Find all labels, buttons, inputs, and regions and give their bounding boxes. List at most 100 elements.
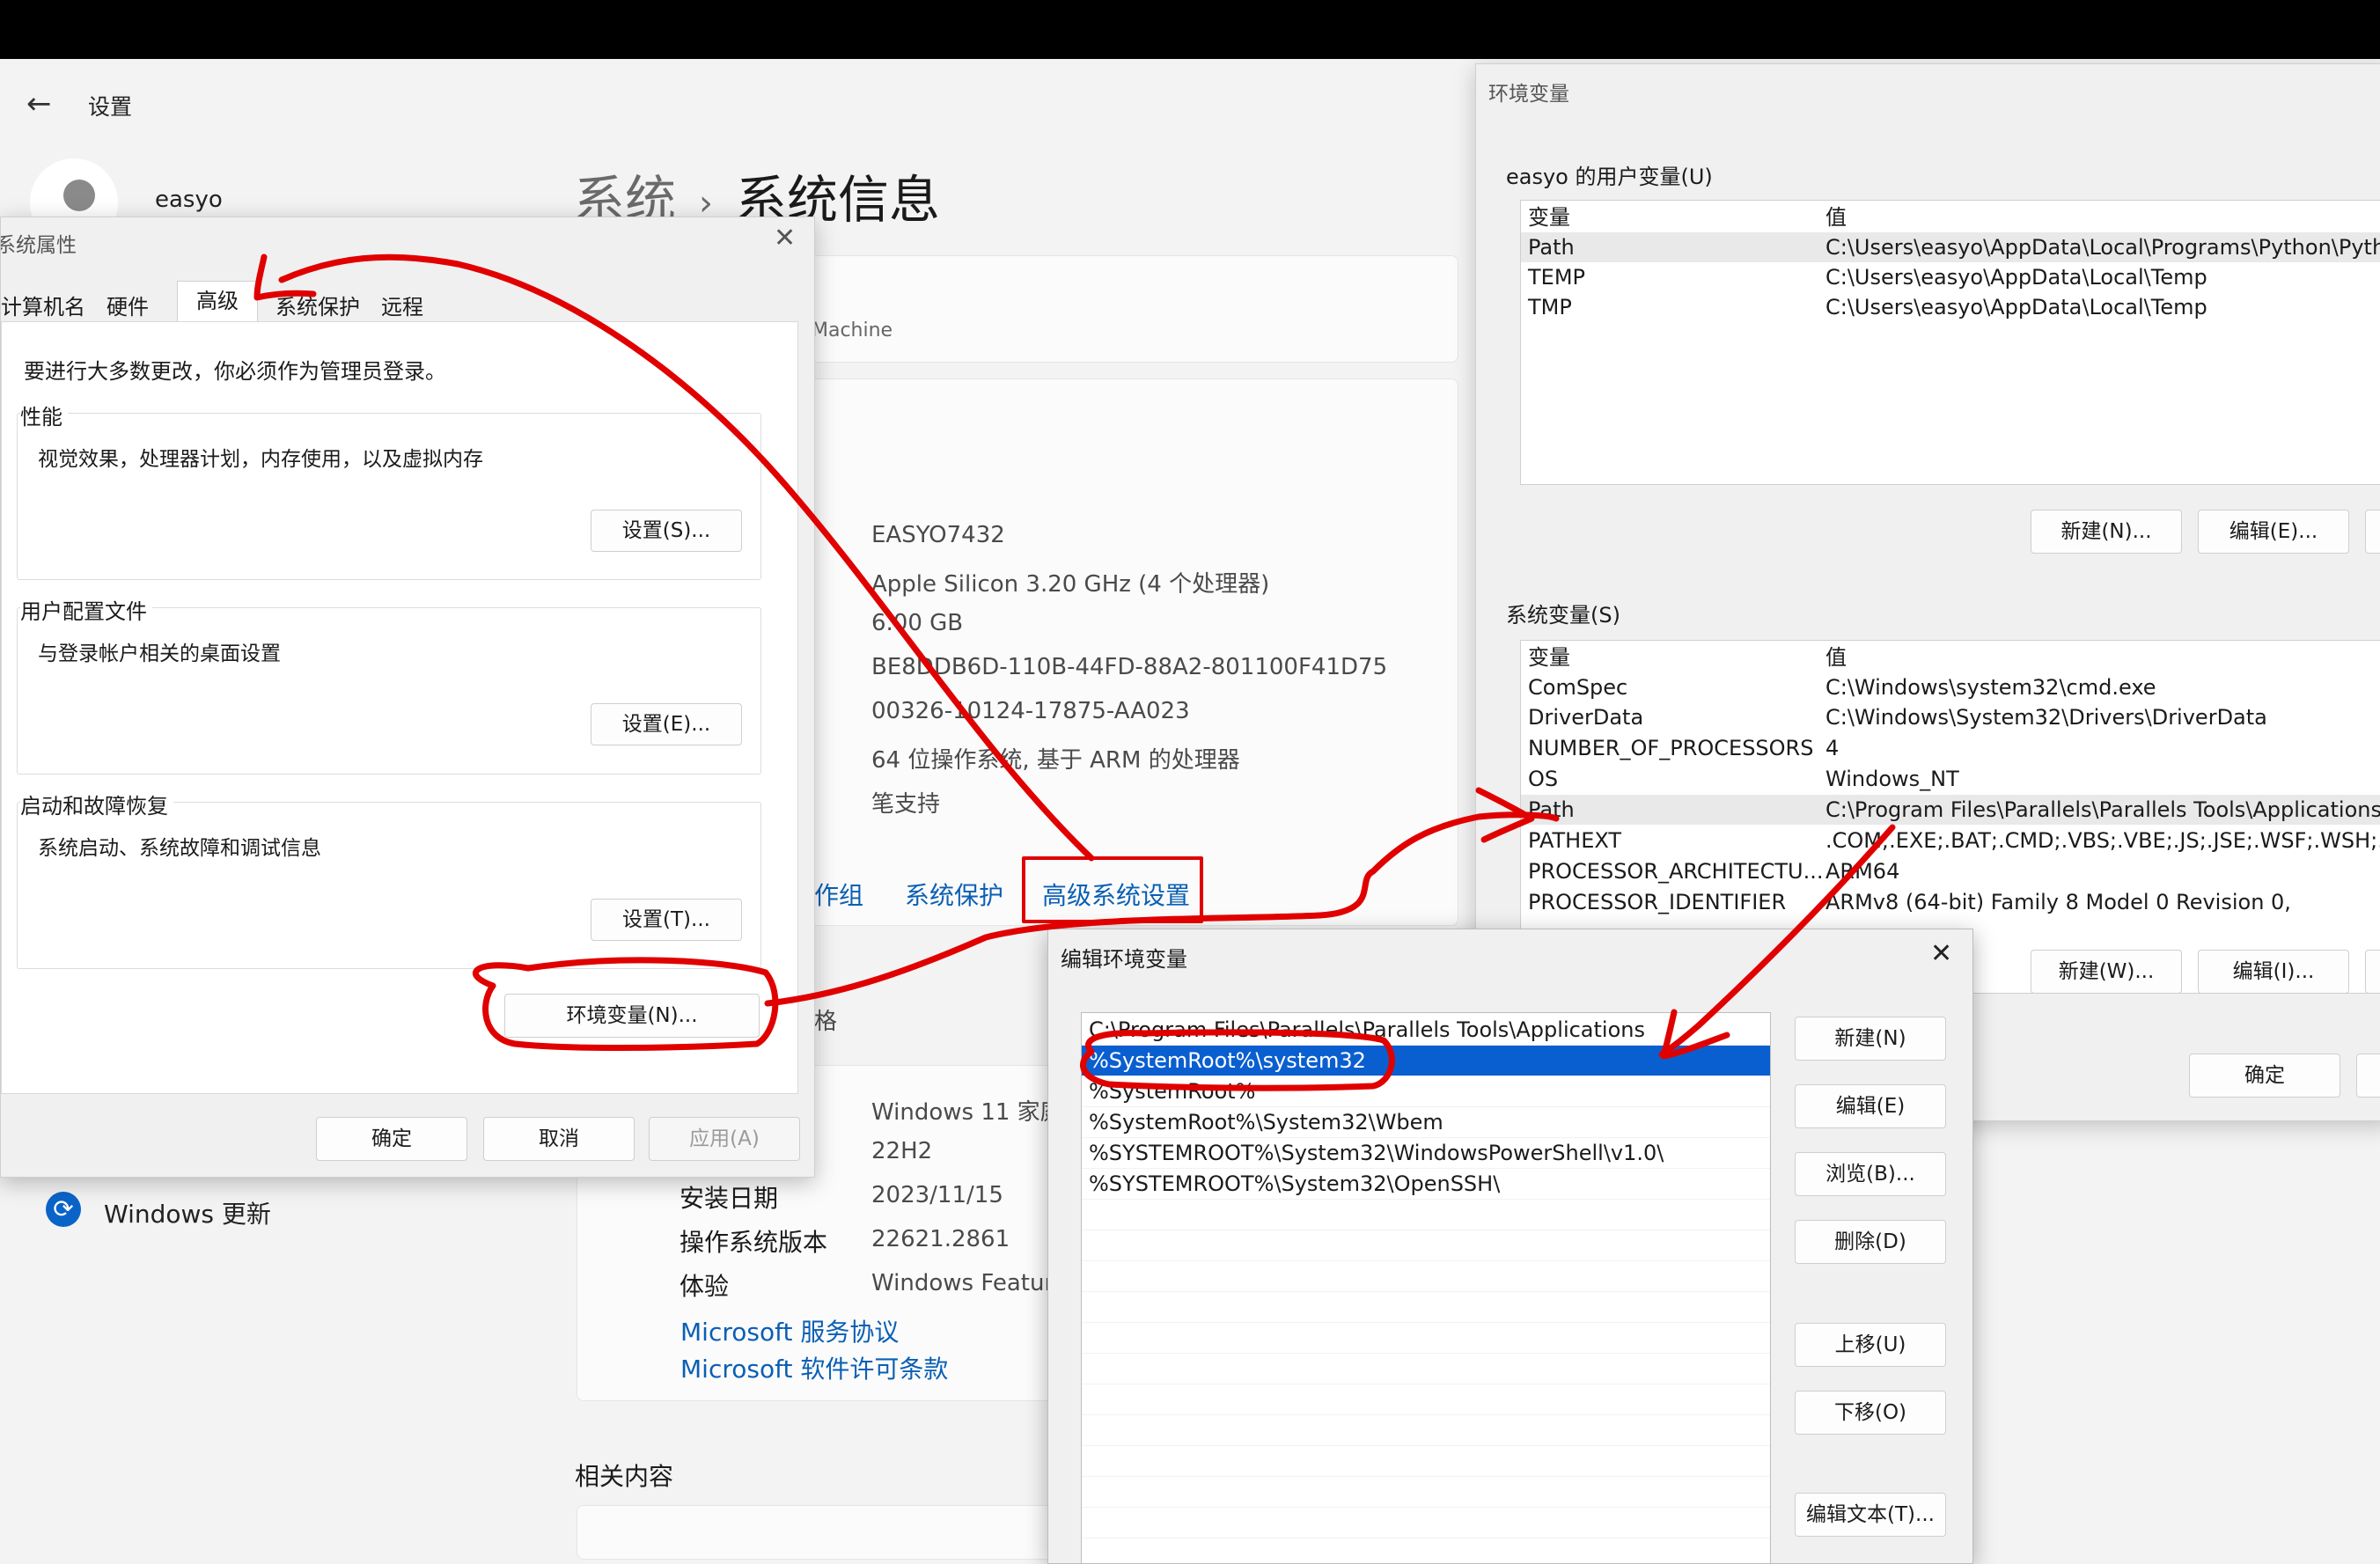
- ms-services-agreement-link[interactable]: Microsoft 服务协议: [680, 1313, 899, 1348]
- var-value: 4: [1825, 733, 1839, 763]
- system-new-button[interactable]: 新建(W)...: [2031, 950, 2182, 994]
- move-up-button[interactable]: 上移(U): [1795, 1323, 1946, 1367]
- col-value-header[interactable]: 值: [1825, 202, 1847, 232]
- list-item-empty[interactable]: [1082, 1415, 1770, 1446]
- ms-license-terms-link[interactable]: Microsoft 软件许可条款: [680, 1350, 948, 1385]
- sysprop-title: 系统属性: [0, 228, 77, 258]
- install-date-value: 2023/11/15: [871, 1182, 1003, 1208]
- cancel-button[interactable]: 取消: [483, 1117, 635, 1161]
- var-name: TMP: [1528, 292, 1572, 322]
- spec-pen-touch: 笔支持: [871, 786, 940, 819]
- edit-text-button[interactable]: 编辑文本(T)...: [1795, 1493, 1946, 1537]
- user-vars-label: easyo 的用户变量(U): [1506, 159, 1713, 190]
- list-item-empty[interactable]: [1082, 1508, 1770, 1538]
- edit-new-button[interactable]: 新建(N): [1795, 1017, 1946, 1061]
- edit-edit-button[interactable]: 编辑(E): [1795, 1084, 1946, 1128]
- var-name: PATHEXT: [1528, 826, 1621, 855]
- tab-hardware[interactable]: 硬件: [107, 290, 149, 320]
- list-item-empty[interactable]: [1082, 1261, 1770, 1292]
- col-variable-header[interactable]: 变量: [1528, 642, 1570, 672]
- tab-remote[interactable]: 远程: [381, 290, 423, 320]
- apply-button[interactable]: 应用(A): [649, 1117, 800, 1161]
- tab-advanced[interactable]: 高级: [177, 281, 258, 322]
- list-item[interactable]: %SystemRoot%\System32\Wbem: [1082, 1107, 1770, 1138]
- link-workgroup[interactable]: 作组: [814, 877, 863, 912]
- var-value: Windows_NT: [1825, 764, 1959, 794]
- list-item[interactable]: DriverData C:\Windows\System32\Drivers\Dr…: [1521, 702, 2380, 732]
- startup-recovery-settings-button[interactable]: 设置(T)...: [591, 899, 742, 941]
- list-item[interactable]: PathC:\Program Files\Parallels\Parallels…: [1521, 795, 2380, 825]
- user-vars-list[interactable]: 变量 值 Path C:\Users\easyo\AppData\Local\Pro…: [1520, 200, 2380, 485]
- var-name: Path: [1528, 232, 1575, 262]
- col-variable-header[interactable]: 变量: [1528, 202, 1570, 232]
- list-item[interactable]: ComSpecC:\Windows\system32\cmd.exe: [1521, 672, 2380, 702]
- avatar-person-icon: [63, 180, 95, 211]
- user-new-button[interactable]: 新建(N)...: [2031, 510, 2182, 554]
- list-item-empty[interactable]: [1082, 1477, 1770, 1508]
- path-entries-list[interactable]: C:\Program Files\Parallels\Parallels Too…: [1081, 1012, 1771, 1564]
- link-advanced-system-settings[interactable]: 高级系统设置: [1042, 877, 1190, 912]
- tab-computer-name[interactable]: 计算机名: [1, 290, 85, 320]
- spec-device-id: BE8DDB6D-110B-44FD-88A2-801100F41D75: [871, 654, 1387, 680]
- close-icon[interactable]: ✕: [774, 223, 796, 253]
- list-item-empty[interactable]: [1082, 1354, 1770, 1384]
- win-edition: Windows 11 家庭: [871, 1094, 1063, 1127]
- list-item-empty[interactable]: [1082, 1200, 1770, 1230]
- list-item[interactable]: NUMBER_OF_PROCESSORS4: [1521, 733, 2380, 763]
- col-value-header[interactable]: 值: [1825, 642, 1847, 672]
- list-item-selected[interactable]: %SystemRoot%\system32: [1082, 1046, 1770, 1076]
- list-item[interactable]: PROCESSOR_ARCHITECTU...ARM64: [1521, 856, 2380, 886]
- list-item-empty[interactable]: [1082, 1230, 1770, 1261]
- list-item-empty[interactable]: [1082, 1292, 1770, 1323]
- var-name: DriverData: [1528, 702, 1643, 732]
- list-item[interactable]: %SYSTEMROOT%\System32\WindowsPowerShell\…: [1082, 1138, 1770, 1169]
- envvars-cancel-button[interactable]: [2356, 1054, 2380, 1098]
- list-item-empty[interactable]: [1082, 1384, 1770, 1415]
- editenv-title: 编辑环境变量: [1061, 942, 1187, 973]
- list-header: 变量 值: [1521, 202, 2380, 232]
- list-item[interactable]: C:\Program Files\Parallels\Parallels Too…: [1082, 1015, 1770, 1046]
- user-profiles-title: 用户配置文件: [20, 594, 152, 625]
- edit-browse-button[interactable]: 浏览(B)...: [1795, 1152, 1946, 1196]
- user-delete-button[interactable]: [2365, 510, 2380, 554]
- close-icon[interactable]: ✕: [1930, 938, 1952, 969]
- list-item[interactable]: TMP C:\Users\easyo\AppData\Local\Temp: [1521, 292, 2380, 322]
- nav-windows-update[interactable]: Windows 更新: [104, 1195, 271, 1230]
- var-name: PROCESSOR_IDENTIFIER: [1528, 887, 1786, 917]
- list-item[interactable]: Path C:\Users\easyo\AppData\Local\Program…: [1521, 232, 2380, 262]
- var-value: C:\Users\easyo\AppData\Local\Temp: [1825, 292, 2207, 322]
- system-edit-button[interactable]: 编辑(I)...: [2198, 950, 2349, 994]
- system-delete-button[interactable]: [2365, 950, 2380, 994]
- edit-delete-button[interactable]: 删除(D): [1795, 1220, 1946, 1264]
- move-down-button[interactable]: 下移(O): [1795, 1391, 1946, 1435]
- var-value: ARM64: [1825, 856, 1899, 886]
- user-edit-button[interactable]: 编辑(E)...: [2198, 510, 2349, 554]
- envvars-ok-button[interactable]: 确定: [2189, 1054, 2340, 1098]
- link-system-protection[interactable]: 系统保护: [905, 877, 1003, 912]
- var-value: C:\Windows\System32\Drivers\DriverData: [1825, 702, 2267, 732]
- list-item[interactable]: PROCESSOR_IDENTIFIERARMv8 (64-bit) Famil…: [1521, 887, 2380, 917]
- list-item[interactable]: OSWindows_NT: [1521, 764, 2380, 794]
- user-profiles-settings-button[interactable]: 设置(E)...: [591, 703, 742, 745]
- windows-update-icon: ⟳: [46, 1192, 81, 1227]
- list-item[interactable]: PATHEXT .COM;.EXE;.BAT;.CMD;.VBS;.VBE;.JS…: [1521, 826, 2380, 855]
- list-header: 变量 值: [1521, 642, 2380, 672]
- var-value: C:\Users\easyo\AppData\Local\Programs\Py…: [1825, 232, 2380, 262]
- user-profiles-desc: 与登录帐户相关的桌面设置: [38, 636, 281, 666]
- back-arrow-icon[interactable]: ←: [26, 88, 62, 120]
- tab-system-protection[interactable]: 系统保护: [275, 290, 360, 320]
- startup-recovery-desc: 系统启动、系统故障和调试信息: [38, 831, 321, 861]
- list-item[interactable]: TEMPC:\Users\easyo\AppData\Local\Temp: [1521, 262, 2380, 292]
- var-value: .COM;.EXE;.BAT;.CMD;.VBS;.VBE;.JS;.JSE;.…: [1825, 826, 2380, 855]
- performance-settings-button[interactable]: 设置(S)...: [591, 510, 742, 552]
- list-item-empty[interactable]: [1082, 1538, 1770, 1564]
- list-item[interactable]: %SystemRoot%: [1082, 1076, 1770, 1107]
- list-item[interactable]: %SYSTEMROOT%\System32\OpenSSH\: [1082, 1169, 1770, 1200]
- spec-product-id: 00326-10124-17875-AA023: [871, 698, 1190, 724]
- environment-variables-button[interactable]: 环境变量(N)...: [504, 994, 760, 1038]
- ok-button[interactable]: 确定: [316, 1117, 467, 1161]
- list-item-empty[interactable]: [1082, 1323, 1770, 1354]
- performance-desc: 视觉效果，处理器计划，内存使用，以及虚拟内存: [38, 442, 483, 472]
- list-item-empty[interactable]: [1082, 1446, 1770, 1477]
- install-date-label: 安装日期: [679, 1179, 778, 1215]
